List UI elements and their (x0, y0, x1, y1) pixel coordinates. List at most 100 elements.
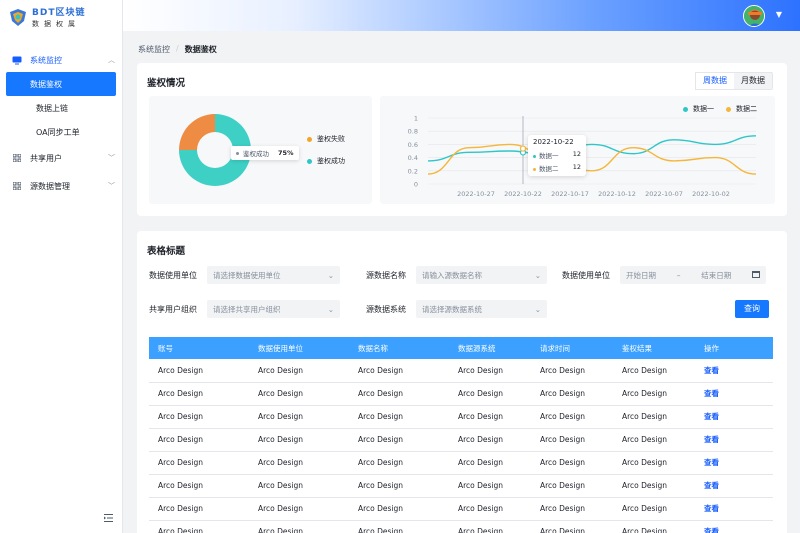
pie-slice-1[interactable] (179, 114, 215, 150)
table-cell: Arco Design (158, 458, 204, 467)
logo-icon (10, 9, 26, 26)
view-link[interactable]: 查看 (704, 527, 719, 533)
table-row: Arco Design Arco Design Arco Design Arco De… (149, 382, 773, 405)
sidebar-item-data-auth[interactable]: 数据鉴权 (6, 72, 116, 96)
x-tick-label: 2022-10-02 (692, 190, 730, 198)
date-start[interactable]: 开始日期 (626, 270, 656, 281)
table-cell: Arco Design (358, 389, 404, 398)
breadcrumb-parent[interactable]: 系统监控 (138, 44, 170, 55)
user-avatar[interactable] (743, 5, 765, 27)
sidebar: BDT区块链 数据权属 系统监控 ︿ 数据鉴权 数据上链 OA同步工单 共享用户… (0, 0, 123, 533)
tooltip-dot (236, 151, 239, 155)
chevron-down-icon: ﹀ (108, 154, 115, 162)
breadcrumb: 系统监控 / 数据鉴权 (138, 44, 217, 55)
legend-item-success[interactable]: 鉴权成功 (307, 156, 345, 166)
y-tick-label: 0.6 (408, 141, 418, 149)
x-tick-label: 2022-10-27 (457, 190, 495, 198)
sidebar-item-oa-sync[interactable]: OA同步工单 (6, 120, 116, 144)
chevron-down-icon: ⌄ (534, 270, 541, 280)
logo-subtitle: 数据权属 (32, 19, 80, 28)
breadcrumb-separator: / (176, 44, 179, 53)
view-link[interactable]: 查看 (704, 389, 719, 398)
column-header: 数据源系统 (458, 343, 496, 353)
column-header: 账号 (158, 343, 173, 353)
legend-item-series-1[interactable]: 数据一 (683, 104, 714, 114)
tooltip-dot (533, 168, 536, 171)
legend-item-series-2[interactable]: 数据二 (726, 104, 757, 114)
table-cell: Arco Design (540, 412, 586, 421)
view-link[interactable]: 查看 (704, 412, 719, 421)
table-cell: Arco Design (158, 504, 204, 513)
logo: BDT区块链 数据权属 (0, 0, 122, 36)
date-range-picker[interactable]: 开始日期 – 结束日期 (620, 266, 766, 284)
tab-week[interactable]: 周数据 (695, 72, 735, 90)
table-cell: Arco Design (158, 365, 204, 375)
table-cell: Arco Design (358, 481, 404, 490)
date-end[interactable]: 结束日期 (701, 270, 731, 281)
table-cell: Arco Design (158, 389, 204, 398)
table-cell: Arco Design (258, 504, 304, 513)
grid-icon (12, 181, 22, 191)
x-tick-label: 2022-10-22 (504, 190, 542, 198)
source-system-placeholder: 请选择源数据系统 (422, 304, 482, 314)
legend-label: 鉴权成功 (317, 157, 345, 165)
table-cell: Arco Design (358, 435, 404, 444)
table-cell: Arco Design (622, 458, 668, 467)
view-link[interactable]: 查看 (704, 435, 719, 444)
view-link[interactable]: 查看 (704, 366, 719, 375)
table-header-row: 账号 数据使用单位 数据名称 数据源系统 请求时间 鉴权结果 操作 (149, 337, 773, 359)
y-tick-label: 0 (414, 181, 418, 189)
collapse-menu-icon[interactable] (104, 514, 114, 524)
table-cell: Arco Design (540, 504, 586, 513)
table-cell: Arco Design (540, 365, 586, 375)
line-tooltip: 2022-10-22 数据一 12 数据二 12 (528, 135, 586, 176)
table-cell: Arco Design (622, 504, 668, 513)
source-system-select[interactable]: 请选择源数据系统 ⌄ (416, 300, 547, 318)
table-row: Arco Design Arco Design Arco Design Arco De… (149, 497, 773, 520)
table-cell: Arco Design (158, 481, 204, 490)
tooltip-value: 12 (572, 163, 581, 171)
table-row: Arco Design Arco Design Arco Design Arco De… (149, 405, 773, 428)
source-name-input[interactable]: 请输入源数据名称 ⌄ (416, 266, 547, 284)
unit-select[interactable]: 请选择数据使用单位 ⌄ (207, 266, 340, 284)
org-select[interactable]: 请选择共享用户组织 ⌄ (207, 300, 340, 318)
line-chart-panel: 0 0.2 0.4 0.6 0.8 1 2022-10-27 2022-10-22 2022-1… (380, 96, 775, 204)
table-row: Arco Design Arco Design Arco Design Arco De… (149, 428, 773, 451)
data-table: 账号 数据使用单位 数据名称 数据源系统 请求时间 鉴权结果 操作 Arco Design A… (149, 337, 773, 533)
menu-group-source-data[interactable]: 源数据管理 ﹀ (0, 174, 122, 198)
table-cell: 查看 (695, 405, 773, 428)
table-cell: Arco Design (258, 481, 304, 490)
filter-label: 数据使用单位 (149, 270, 197, 280)
date-separator: – (676, 270, 681, 280)
legend-item-fail[interactable]: 鉴权失败 (307, 134, 345, 144)
legend-dot (307, 136, 312, 142)
line-tooltip-row: 数据二 12 (533, 163, 581, 173)
table-cell: Arco Design (458, 365, 504, 375)
grid-icon (12, 153, 22, 163)
table-cell: Arco Design (258, 527, 304, 533)
table-row: Arco Design Arco Design Arco Design Arco De… (149, 359, 773, 382)
query-button[interactable]: 查询 (735, 300, 769, 318)
legend-label: 数据二 (736, 105, 757, 113)
view-link[interactable]: 查看 (704, 504, 719, 513)
table-cell: Arco Design (540, 481, 586, 490)
overview-card: 鉴权情况 周数据 月数据 鉴权成功 75% 鉴权失败 鉴权成功 0 0.2 0.4 0… (137, 63, 787, 216)
menu-group-shared-users[interactable]: 共享用户 ﹀ (0, 146, 122, 170)
view-link[interactable]: 查看 (704, 481, 719, 490)
pie-legend: 鉴权失败 鉴权成功 (307, 134, 345, 166)
column-header: 操作 (704, 343, 719, 353)
column-header: 数据使用单位 (258, 343, 303, 353)
legend-label: 鉴权失败 (317, 135, 345, 143)
tooltip-series-name: 数据二 (539, 165, 559, 173)
table-cell: Arco Design (358, 412, 404, 421)
table-cell: Arco Design (258, 458, 304, 467)
tab-month[interactable]: 月数据 (734, 73, 772, 89)
y-tick-label: 0.8 (408, 128, 418, 136)
chevron-down-icon: ⌄ (534, 304, 541, 314)
table-cell: Arco Design (540, 389, 586, 398)
menu-group-system-monitor[interactable]: 系统监控 ︿ (0, 48, 122, 72)
x-tick-label: 2022-10-12 (598, 190, 636, 198)
view-link[interactable]: 查看 (704, 458, 719, 467)
sidebar-item-data-onchain[interactable]: 数据上链 (6, 96, 116, 120)
caret-down-icon[interactable]: ▼ (776, 10, 782, 19)
